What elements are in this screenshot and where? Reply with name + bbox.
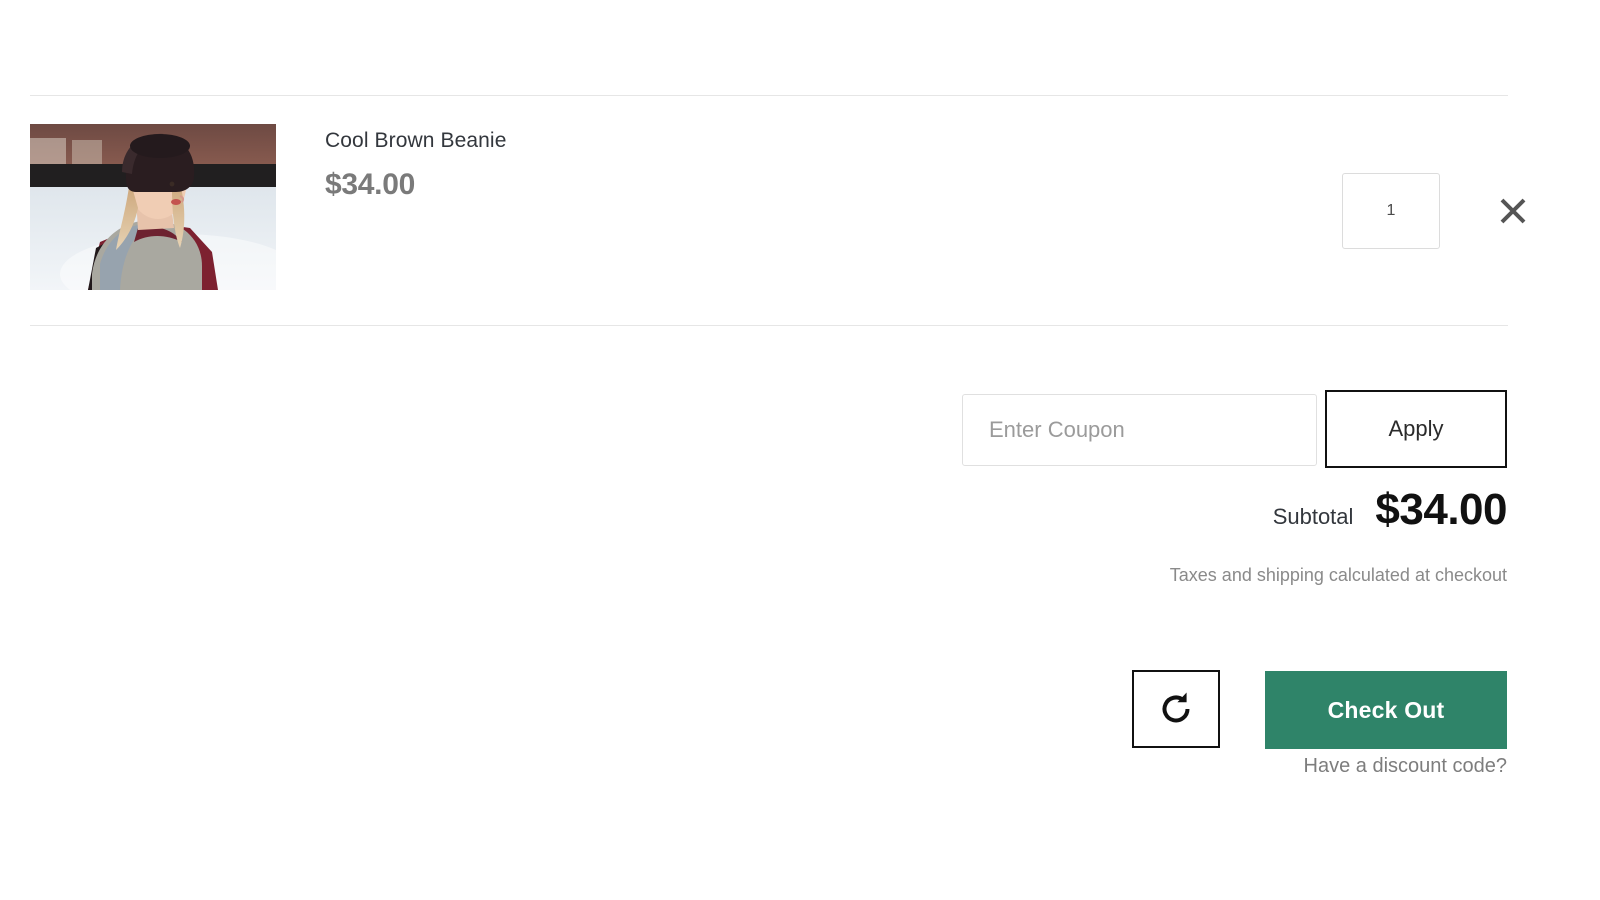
update-cart-button[interactable]	[1132, 670, 1220, 748]
product-title[interactable]: Cool Brown Beanie	[325, 127, 1125, 155]
product-info: Cool Brown Beanie $34.00	[325, 127, 1125, 203]
discount-code-link[interactable]: Have a discount code?	[900, 755, 1507, 778]
refresh-icon	[1153, 686, 1199, 732]
cart-line-item: Cool Brown Beanie $34.00	[30, 124, 1526, 294]
apply-coupon-button[interactable]: Apply	[1325, 390, 1507, 468]
cart-divider-top	[30, 95, 1508, 96]
remove-item-button[interactable]	[1492, 190, 1534, 232]
product-price: $34.00	[325, 168, 415, 201]
coupon-input[interactable]	[962, 394, 1317, 466]
quantity-input[interactable]	[1342, 173, 1440, 249]
product-thumbnail[interactable]	[30, 124, 276, 290]
subtotal-label: Subtotal	[1272, 504, 1354, 529]
checkout-button[interactable]: Check Out	[1265, 671, 1507, 749]
tax-shipping-note: Taxes and shipping calculated at checkou…	[1169, 565, 1507, 585]
cart-divider-bottom	[30, 325, 1508, 326]
shopping-cart-page: Cool Brown Beanie $34.00 Apply Subtotal …	[0, 0, 1600, 900]
subtotal-value: $34.00	[1375, 485, 1507, 534]
subtotal-row: Subtotal $34.00	[900, 485, 1508, 545]
close-x-icon	[1498, 196, 1528, 226]
